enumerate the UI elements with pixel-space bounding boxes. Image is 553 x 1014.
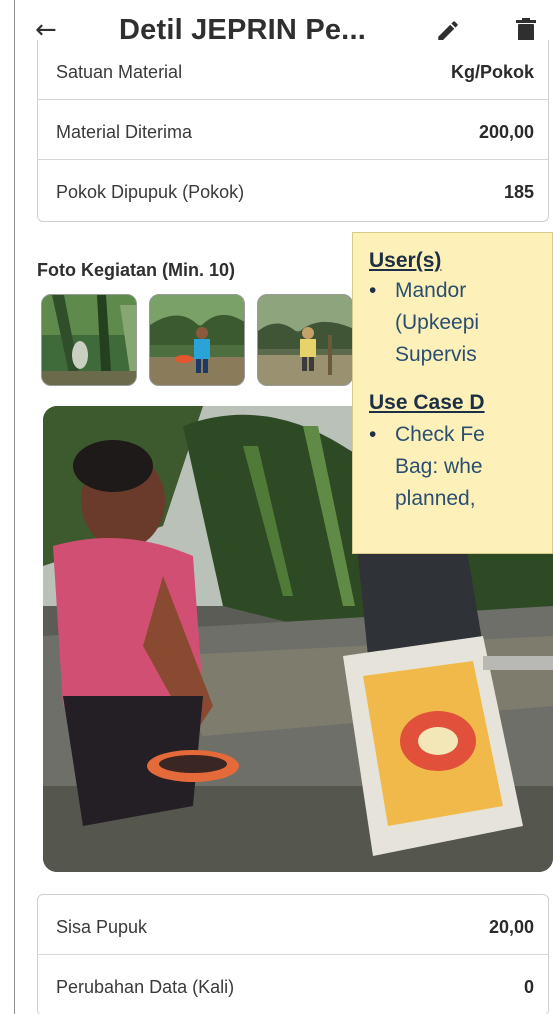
users-heading: User(s) (369, 249, 442, 272)
detail-row: Material Diterima 200,00 (38, 100, 548, 160)
photos-section-label: Foto Kegiatan (Min. 10) (37, 260, 235, 280)
bullet-marker: • (369, 423, 377, 446)
detail-label: Pokok Dipupuk (Pokok) (56, 182, 245, 202)
photo-thumbnail[interactable] (149, 294, 245, 386)
annotation-callout: User(s) • Mandor (Upkeepi Supervis Use C… (352, 232, 553, 554)
photo-thumbnail[interactable] (257, 294, 353, 386)
detail-row: Pokok Dipupuk (Pokok) 185 (38, 160, 548, 220)
detail-value: 0 (523, 977, 534, 997)
detail-label: Sisa Pupuk (56, 917, 148, 937)
detail-card-top: Satuan Material Kg/Pokok Material Diteri… (37, 40, 549, 222)
usecase-line: planned, (395, 487, 476, 510)
users-line: Mandor (395, 279, 467, 302)
detail-value: 20,00 (488, 917, 534, 937)
photo-thumbnail[interactable] (41, 294, 137, 386)
detail-row: Perubahan Data (Kali) 0 (38, 955, 548, 1014)
detail-label: Satuan Material (56, 62, 183, 82)
detail-value: 185 (503, 182, 534, 202)
usecase-heading: Use Case D (369, 391, 485, 414)
users-line: Supervis (395, 343, 477, 366)
detail-row: Satuan Material Kg/Pokok (38, 40, 548, 100)
users-line: (Upkeepi (395, 311, 480, 334)
detail-value: 200,00 (478, 122, 534, 142)
detail-label: Perubahan Data (Kali) (56, 977, 235, 997)
bullet-marker: • (369, 279, 377, 302)
detail-card-bottom: Sisa Pupuk 20,00 Perubahan Data (Kali) 0 (37, 894, 549, 1014)
detail-row: Sisa Pupuk 20,00 (38, 895, 548, 955)
detail-label: Material Diterima (56, 122, 193, 142)
detail-value: Kg/Pokok (450, 62, 534, 82)
usecase-line: Bag: whe (395, 455, 483, 478)
usecase-line: Check Fe (395, 423, 485, 446)
